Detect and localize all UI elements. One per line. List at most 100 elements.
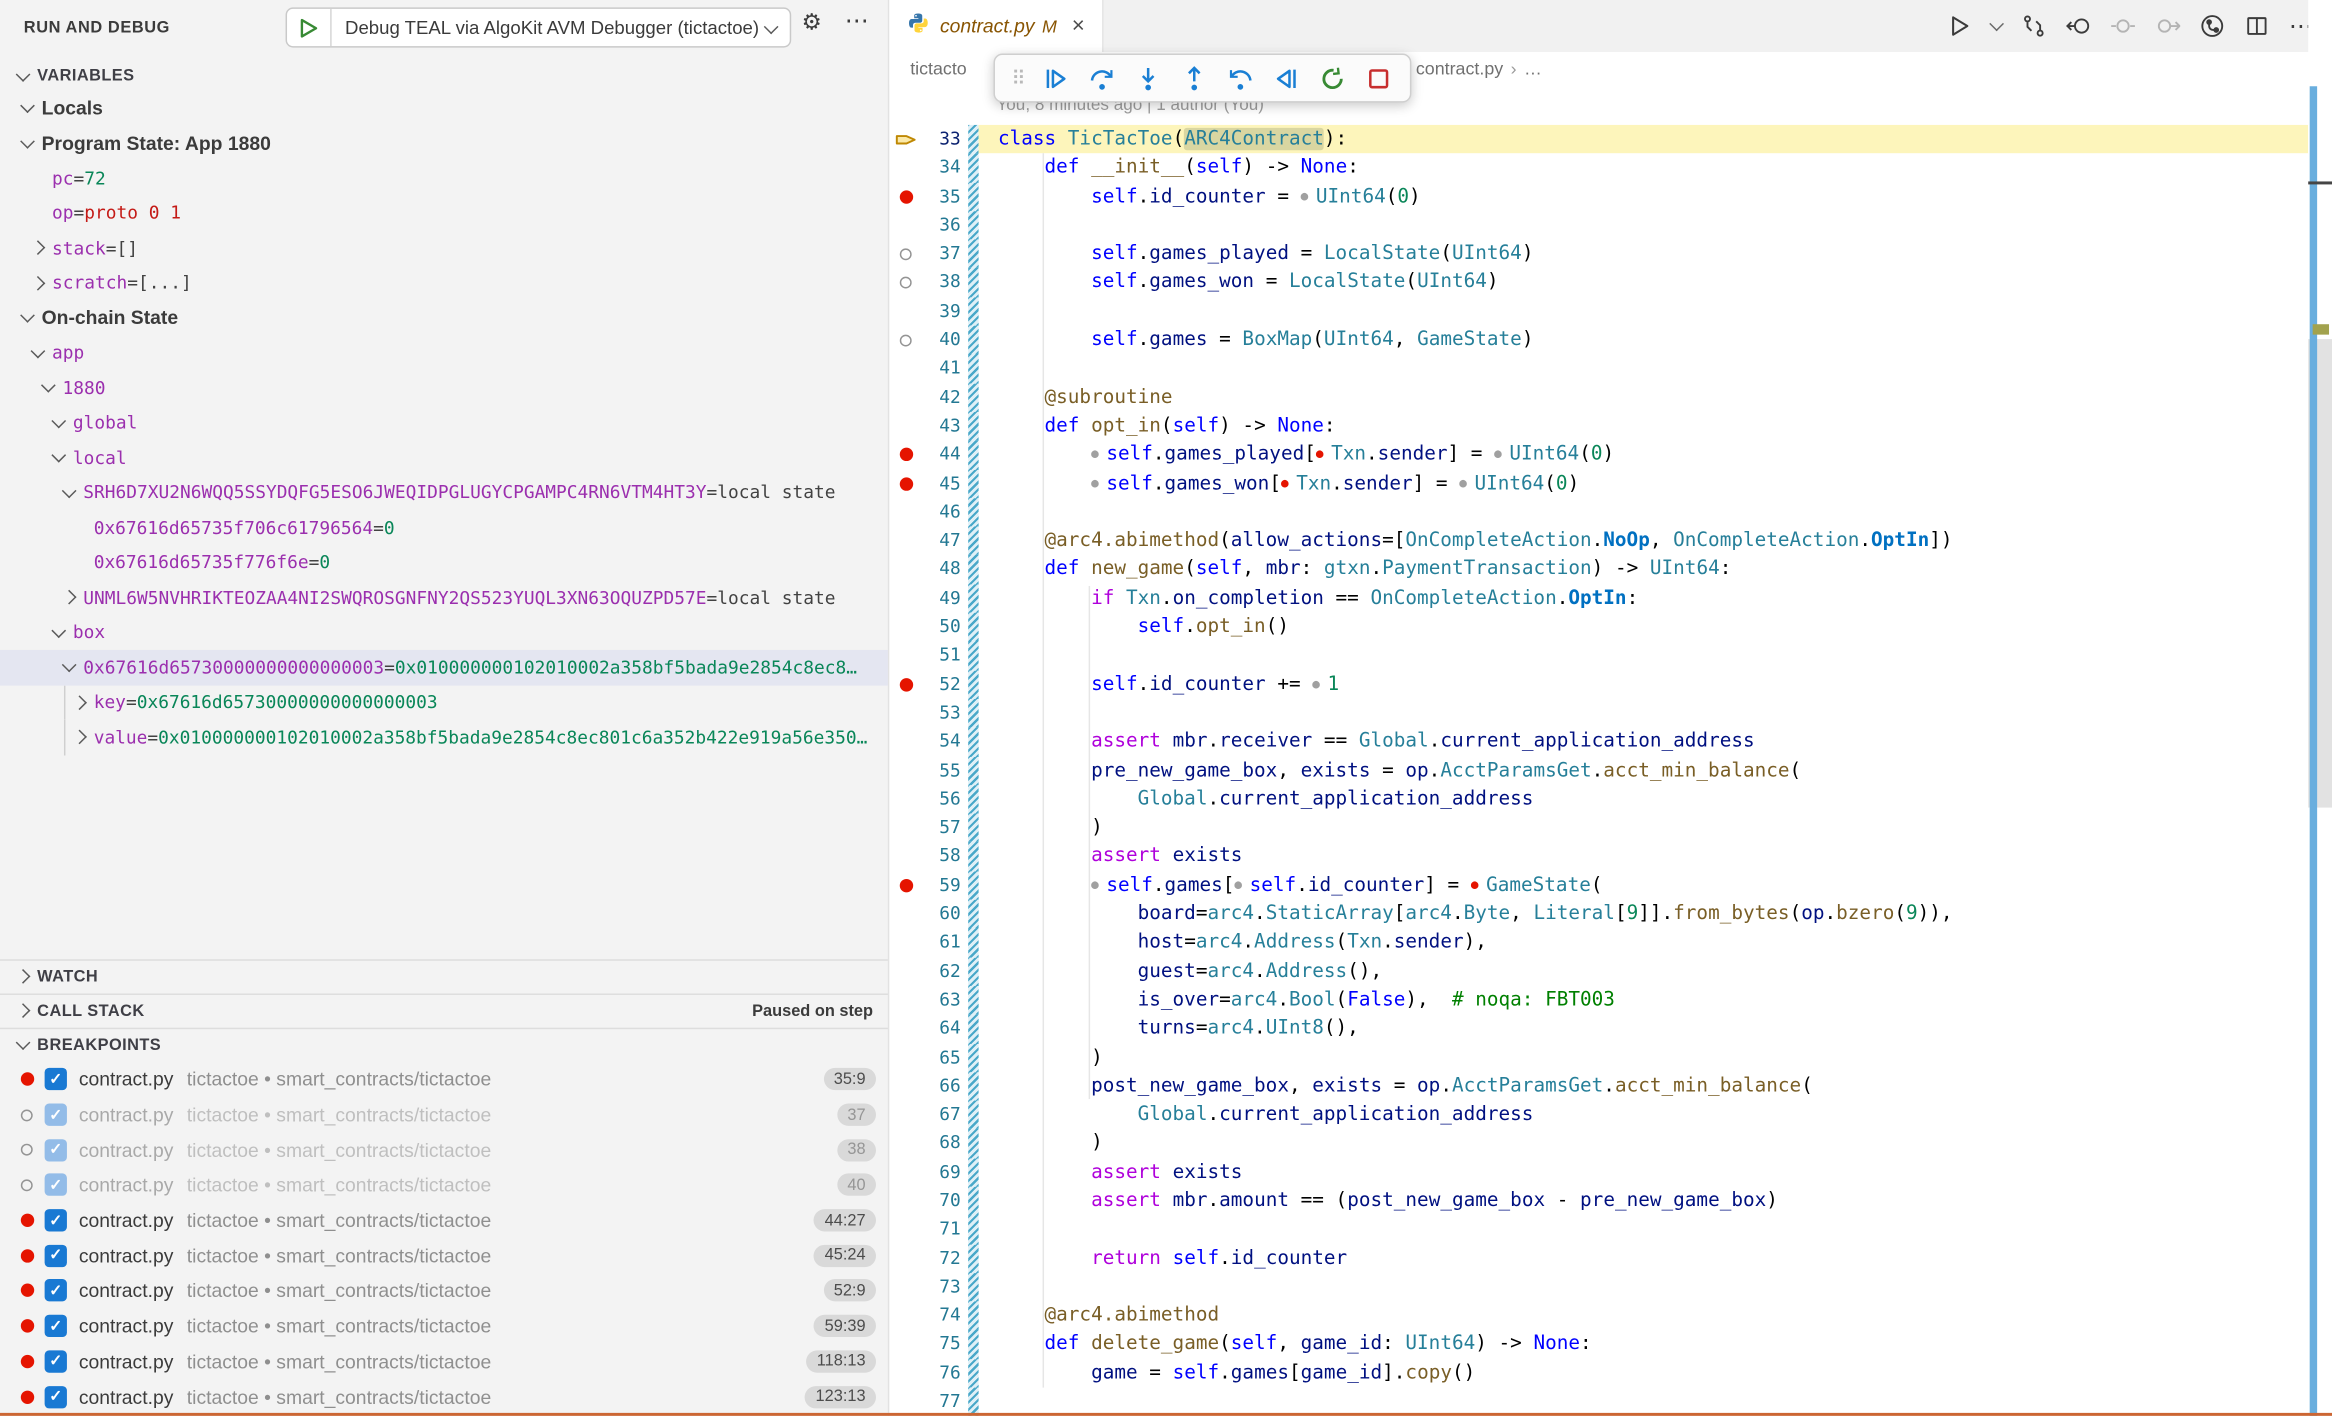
- code-line[interactable]: 48 def new_game(self, mbr: gtxn.PaymentT…: [889, 555, 2308, 584]
- breakpoint-row[interactable]: ✓contract.pytictactoe • smart_contracts/…: [0, 1132, 888, 1167]
- breakpoint-row[interactable]: ✓contract.pytictactoe • smart_contracts/…: [0, 1308, 888, 1343]
- overview-ruler[interactable]: [2308, 0, 2332, 1416]
- variable-row[interactable]: op = proto 0 1: [0, 196, 888, 231]
- more-actions-icon[interactable]: ⋯: [845, 6, 869, 36]
- code-line[interactable]: 46: [889, 498, 2308, 527]
- variable-row[interactable]: Program State: App 1880: [0, 126, 888, 161]
- open-changes-icon[interactable]: [2021, 13, 2046, 38]
- code-line[interactable]: 53: [889, 699, 2308, 728]
- continue-icon[interactable]: [1040, 60, 1070, 96]
- code-line[interactable]: 37 self.games_played = LocalState(UInt64…: [889, 240, 2308, 269]
- variable-row[interactable]: pc = 72: [0, 161, 888, 196]
- breakpoint-checkbox[interactable]: ✓: [45, 1104, 67, 1126]
- code-line[interactable]: 50 self.opt_in(): [889, 613, 2308, 642]
- code-line[interactable]: 59 ● self.games[● self.id_counter] = ● G…: [889, 871, 2308, 900]
- code-line[interactable]: 38 self.games_won = LocalState(UInt64): [889, 268, 2308, 297]
- breakpoint-checkbox[interactable]: ✓: [45, 1280, 67, 1302]
- variable-row[interactable]: SRH6D7XU2N6WQQ5SSYDQFG5ESO6JWEQIDPGLUGYC…: [0, 475, 888, 510]
- restart-icon[interactable]: [1317, 60, 1347, 96]
- code-line[interactable]: 36: [889, 211, 2308, 240]
- next-change-icon[interactable]: [2155, 13, 2180, 38]
- variables-section-header[interactable]: VARIABLES: [0, 59, 888, 92]
- variable-row[interactable]: UNML6W5NVHRIKTEOZAA4NI2SWQROSGNFNY2QS523…: [0, 580, 888, 615]
- code-line[interactable]: 74 @arc4.abimethod: [889, 1302, 2308, 1331]
- breakpoint-checkbox[interactable]: ✓: [45, 1244, 67, 1266]
- variable-row[interactable]: 0x67616d65735f706c61796564 = 0: [0, 510, 888, 545]
- breakpoint-icon[interactable]: [889, 871, 922, 900]
- source-control-graph-icon[interactable]: [2200, 13, 2225, 38]
- watch-section-header[interactable]: WATCH: [0, 959, 888, 992]
- code-line[interactable]: 63 is_over=arc4.Bool(False), # noqa: FBT…: [889, 986, 2308, 1015]
- current-frame-arrow-icon[interactable]: [889, 125, 922, 154]
- code-line[interactable]: 39: [889, 297, 2308, 326]
- gear-icon[interactable]: ⚙: [802, 9, 822, 36]
- start-debug-icon[interactable]: [287, 9, 332, 46]
- breakpoint-row[interactable]: ✓contract.pytictactoe • smart_contracts/…: [0, 1062, 888, 1097]
- launch-config-dropdown[interactable]: Debug TEAL via AlgoKit AVM Debugger (tic…: [286, 7, 792, 47]
- close-icon[interactable]: ×: [1072, 15, 1085, 37]
- code-line[interactable]: 60 board=arc4.StaticArray[arc4.Byte, Lit…: [889, 900, 2308, 929]
- breakpoint-row[interactable]: ✓contract.pytictactoe • smart_contracts/…: [0, 1379, 888, 1414]
- code-line[interactable]: 65 ): [889, 1043, 2308, 1072]
- variable-row[interactable]: 0x67616d65730000000000000003 = 0x0100000…: [0, 650, 888, 685]
- variable-row[interactable]: global: [0, 405, 888, 440]
- code-line[interactable]: 49 if Txn.on_completion == OnCompleteAct…: [889, 584, 2308, 613]
- breakpoint-icon[interactable]: [889, 441, 922, 470]
- breakpoints-section-header[interactable]: BREAKPOINTS: [0, 1028, 888, 1061]
- code-line[interactable]: 45 ● self.games_won[● Txn.sender] = ● UI…: [889, 469, 2308, 498]
- breakpoint-checkbox[interactable]: ✓: [45, 1315, 67, 1337]
- step-back-icon[interactable]: [1225, 60, 1255, 96]
- breakpoint-row[interactable]: ✓contract.pytictactoe • smart_contracts/…: [0, 1168, 888, 1203]
- breakpoint-row[interactable]: ✓contract.pytictactoe • smart_contracts/…: [0, 1273, 888, 1308]
- go-back-icon[interactable]: [2066, 13, 2091, 38]
- code-line[interactable]: 44 ● self.games_played[● Txn.sender] = ●…: [889, 441, 2308, 470]
- run-dropdown-icon[interactable]: [1991, 21, 2001, 31]
- variable-row[interactable]: Locals: [0, 91, 888, 126]
- run-python-file-icon[interactable]: [1947, 13, 1972, 38]
- code-editor[interactable]: You, 8 minutes ago | 1 author (You) 33cl…: [889, 85, 2308, 1416]
- breakpoint-checkbox[interactable]: ✓: [45, 1350, 67, 1372]
- variable-row[interactable]: stack = []: [0, 231, 888, 266]
- previous-change-icon[interactable]: [2110, 13, 2135, 38]
- variable-row[interactable]: key = 0x67616d65730000000000000003: [0, 685, 888, 720]
- breakpoint-unverified-icon[interactable]: [889, 326, 922, 355]
- code-line[interactable]: 33class TicTacToe(ARC4Contract):: [889, 125, 2308, 154]
- breakpoint-checkbox[interactable]: ✓: [45, 1174, 67, 1196]
- code-line[interactable]: 76 game = self.games[game_id].copy(): [889, 1359, 2308, 1388]
- breakpoint-checkbox[interactable]: ✓: [45, 1068, 67, 1090]
- code-line[interactable]: 57 ): [889, 814, 2308, 843]
- code-line[interactable]: 54 assert mbr.receiver == Global.current…: [889, 728, 2308, 757]
- code-line[interactable]: 34 def __init__(self) -> None:: [889, 154, 2308, 183]
- step-out-icon[interactable]: [1179, 60, 1209, 96]
- variable-row[interactable]: 0x67616d65735f776f6e = 0: [0, 545, 888, 580]
- variable-row[interactable]: On-chain State: [0, 300, 888, 335]
- code-line[interactable]: 52 self.id_counter += ● 1: [889, 670, 2308, 699]
- drag-grip-icon[interactable]: ⠿: [1011, 66, 1024, 90]
- code-line[interactable]: 66 post_new_game_box, exists = op.AcctPa…: [889, 1072, 2308, 1101]
- breakpoint-checkbox[interactable]: ✓: [45, 1209, 67, 1231]
- code-line[interactable]: 61 host=arc4.Address(Txn.sender),: [889, 929, 2308, 958]
- stop-icon[interactable]: [1363, 60, 1393, 96]
- code-line[interactable]: 40 self.games = BoxMap(UInt64, GameState…: [889, 326, 2308, 355]
- code-line[interactable]: 72 return self.id_counter: [889, 1244, 2308, 1273]
- code-line[interactable]: 68 ): [889, 1129, 2308, 1158]
- variable-row[interactable]: local: [0, 440, 888, 475]
- call-stack-section-header[interactable]: CALL STACK Paused on step: [0, 993, 888, 1026]
- breadcrumb-item-file[interactable]: contract.py: [1416, 58, 1503, 79]
- breakpoint-checkbox[interactable]: ✓: [45, 1385, 67, 1407]
- breakpoint-row[interactable]: ✓contract.pytictactoe • smart_contracts/…: [0, 1344, 888, 1379]
- breakpoint-unverified-icon[interactable]: [889, 268, 922, 297]
- code-line[interactable]: 67 Global.current_application_address: [889, 1101, 2308, 1130]
- code-line[interactable]: 62 guest=arc4.Address(),: [889, 957, 2308, 986]
- variable-row[interactable]: box: [0, 615, 888, 650]
- breadcrumb-item[interactable]: tictacto: [910, 58, 967, 79]
- code-line[interactable]: 56 Global.current_application_address: [889, 785, 2308, 814]
- breakpoint-icon[interactable]: [889, 469, 922, 498]
- tab-contract-py[interactable]: contract.py M ×: [889, 0, 1104, 52]
- code-line[interactable]: 41: [889, 355, 2308, 384]
- code-line[interactable]: 55 pre_new_game_box, exists = op.AcctPar…: [889, 756, 2308, 785]
- breakpoint-row[interactable]: ✓contract.pytictactoe • smart_contracts/…: [0, 1238, 888, 1273]
- breakpoint-row[interactable]: ✓contract.pytictactoe • smart_contracts/…: [0, 1203, 888, 1238]
- split-editor-icon[interactable]: [2244, 13, 2269, 38]
- breakpoint-icon[interactable]: [889, 182, 922, 211]
